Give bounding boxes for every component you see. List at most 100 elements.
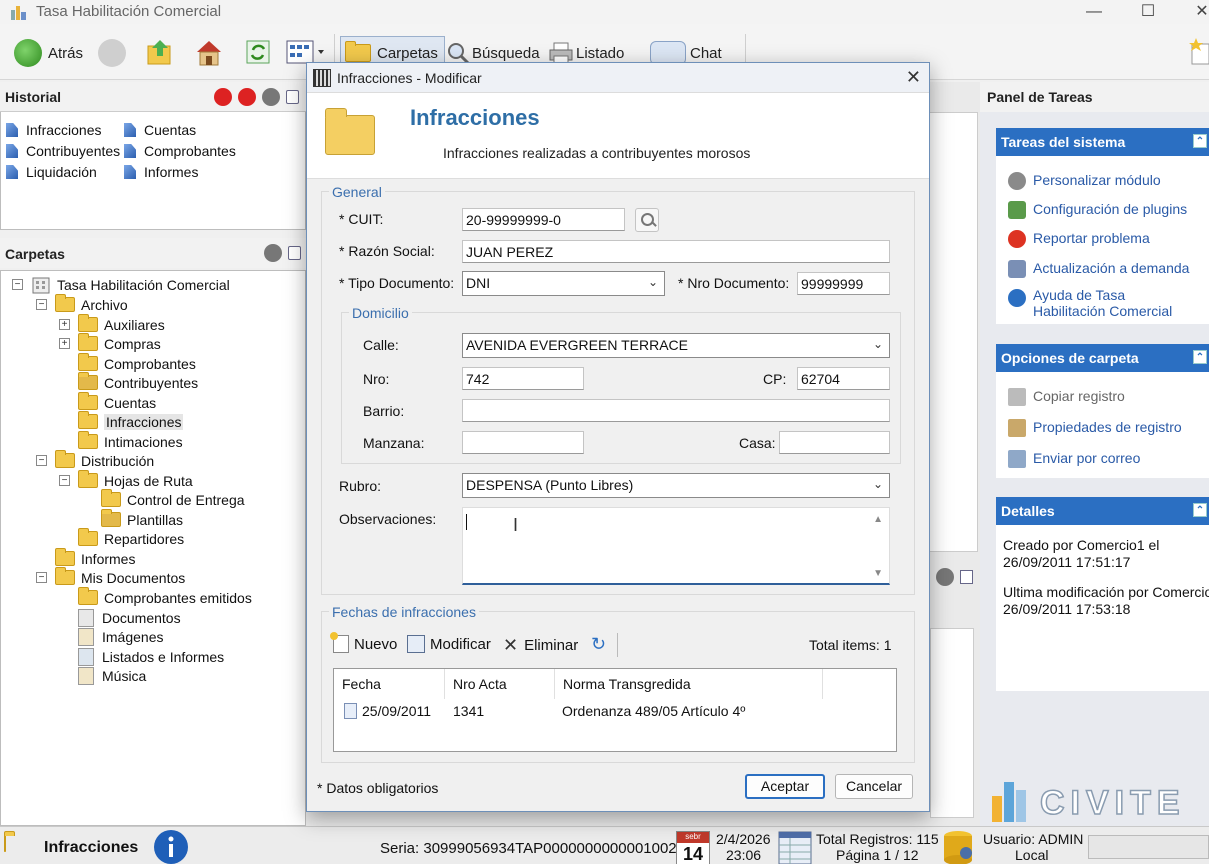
dialog-close-icon[interactable]: ✕ bbox=[906, 67, 921, 88]
collapse-icon[interactable]: ⌃ bbox=[1193, 134, 1207, 148]
gear-icon[interactable] bbox=[264, 244, 282, 262]
casa-input[interactable] bbox=[779, 431, 890, 454]
modificar-button[interactable]: Modificar bbox=[407, 635, 491, 653]
scroll-up-icon[interactable]: ▲ bbox=[873, 514, 883, 525]
tree-node[interactable]: Música bbox=[78, 666, 146, 685]
task-personalizar[interactable]: Personalizar módulo bbox=[1008, 172, 1161, 190]
clear-icon[interactable] bbox=[238, 88, 256, 106]
task-copiar[interactable]: Copiar registro bbox=[1008, 388, 1125, 406]
tree-node-root[interactable]: − Tasa Habilitación Comercial bbox=[12, 275, 230, 294]
tree-node[interactable]: Control de Entrega bbox=[101, 489, 245, 509]
calle-select[interactable]: AVENIDA EVERGREEN TERRACE ⌄ bbox=[462, 333, 890, 358]
tree-node[interactable]: − Mis Documentos bbox=[36, 567, 185, 587]
task-plugins[interactable]: Configuración de plugins bbox=[1008, 201, 1187, 219]
tree-node[interactable]: Contribuyentes bbox=[78, 372, 198, 392]
tree-node[interactable]: − Hojas de Ruta bbox=[59, 470, 193, 490]
opciones-carpeta-header[interactable]: Opciones de carpeta ⌃ bbox=[996, 344, 1209, 372]
panel-tareas-header: Panel de Tareas bbox=[980, 82, 1209, 112]
tree-node[interactable]: − Distribución bbox=[36, 450, 154, 470]
tree-node[interactable]: Imágenes bbox=[78, 627, 163, 646]
collapse-toggle[interactable]: − bbox=[36, 455, 47, 466]
tree-node[interactable]: − Archivo bbox=[36, 294, 128, 314]
tipo-documento-select[interactable]: DNI ⌄ bbox=[462, 271, 665, 296]
rubro-select[interactable]: DESPENSA (Punto Libres) ⌄ bbox=[462, 473, 890, 498]
collapse-toggle[interactable]: − bbox=[36, 299, 47, 310]
detalles-header[interactable]: Detalles ⌃ bbox=[996, 497, 1209, 525]
historial-item[interactable]: Liquidación bbox=[6, 164, 97, 180]
close-window-button[interactable]: ✕ bbox=[1190, 2, 1209, 22]
view-grid-icon[interactable] bbox=[286, 40, 328, 64]
pin-icon[interactable] bbox=[286, 90, 299, 104]
expand-toggle[interactable]: + bbox=[59, 319, 70, 330]
pin-icon[interactable] bbox=[960, 570, 973, 584]
home-icon[interactable] bbox=[194, 38, 224, 66]
task-actualizacion[interactable]: Actualización a demanda bbox=[1008, 260, 1189, 278]
tree-node[interactable]: Intimaciones bbox=[78, 431, 183, 451]
barrio-input[interactable] bbox=[462, 399, 890, 422]
tree-node[interactable]: Listados e Informes bbox=[78, 647, 224, 666]
nro-input[interactable] bbox=[462, 367, 584, 390]
column-header-nro-acta[interactable]: Nro Acta bbox=[445, 669, 555, 699]
historial-item[interactable]: Informes bbox=[124, 164, 198, 180]
module-name: Infracciones bbox=[44, 839, 139, 856]
column-header-norma[interactable]: Norma Transgredida bbox=[555, 669, 823, 699]
expand-toggle[interactable]: + bbox=[59, 338, 70, 349]
collapse-toggle[interactable]: − bbox=[36, 572, 47, 583]
task-ayuda[interactable]: Ayuda de Tasa Habilitación Comercial bbox=[1008, 287, 1172, 319]
eliminar-button[interactable]: ✕ Eliminar bbox=[503, 635, 578, 656]
tree-node[interactable]: Comprobantes bbox=[78, 353, 196, 373]
tree-node[interactable]: + Auxiliares bbox=[59, 314, 165, 334]
observaciones-textarea[interactable]: ▲ ▼ bbox=[462, 507, 890, 585]
tree-node[interactable]: Repartidores bbox=[78, 528, 184, 548]
task-enviar[interactable]: Enviar por correo bbox=[1008, 450, 1140, 468]
tree-node-selected[interactable]: Infracciones bbox=[78, 411, 184, 431]
busqueda-label: Búsqueda bbox=[472, 44, 540, 62]
collapse-toggle[interactable]: − bbox=[12, 279, 23, 290]
historial-item[interactable]: Comprobantes bbox=[124, 143, 236, 159]
column-header-fecha[interactable]: Fecha bbox=[334, 669, 445, 699]
cuit-input[interactable] bbox=[462, 208, 625, 231]
folder-icon bbox=[78, 392, 98, 410]
tree-node[interactable]: + Compras bbox=[59, 333, 161, 353]
nuevo-button[interactable]: Nuevo bbox=[330, 632, 397, 653]
maximize-button[interactable]: ☐ bbox=[1136, 2, 1160, 22]
table-row[interactable]: 25/09/2011 1341 Ordenanza 489/05 Artícul… bbox=[334, 699, 896, 723]
minimize-button[interactable]: — bbox=[1082, 2, 1106, 22]
manzana-input[interactable] bbox=[462, 431, 584, 454]
task-reportar[interactable]: Reportar problema bbox=[1008, 230, 1150, 248]
up-folder-icon[interactable] bbox=[146, 38, 174, 66]
collapse-toggle[interactable]: − bbox=[59, 475, 70, 486]
collapse-icon[interactable]: ⌃ bbox=[1193, 350, 1207, 364]
aceptar-button[interactable]: Aceptar bbox=[745, 774, 825, 799]
razon-social-input[interactable] bbox=[462, 240, 890, 263]
info-icon[interactable] bbox=[153, 829, 189, 864]
forward-arrow-icon[interactable] bbox=[98, 39, 126, 67]
folder-icon bbox=[78, 431, 98, 449]
refresh-icon[interactable] bbox=[244, 38, 272, 66]
tree-node[interactable]: Plantillas bbox=[101, 509, 183, 529]
refresh-icon[interactable]: ↻ bbox=[591, 634, 606, 655]
pin-icon[interactable] bbox=[288, 246, 301, 260]
task-propiedades[interactable]: Propiedades de registro bbox=[1008, 419, 1182, 437]
cuit-search-icon[interactable] bbox=[635, 208, 659, 232]
tree-node[interactable]: Cuentas bbox=[78, 392, 156, 412]
tareas-sistema-header[interactable]: Tareas del sistema ⌃ bbox=[996, 128, 1209, 156]
cp-input[interactable] bbox=[797, 367, 890, 390]
new-item-icon[interactable] bbox=[1188, 36, 1209, 66]
reports-icon bbox=[78, 647, 94, 666]
tree-node[interactable]: Informes bbox=[55, 548, 135, 568]
historial-item[interactable]: Contribuyentes bbox=[6, 143, 120, 159]
cancelar-button[interactable]: Cancelar bbox=[835, 774, 913, 799]
remove-icon[interactable] bbox=[214, 88, 232, 106]
gear-icon[interactable] bbox=[262, 88, 280, 106]
scroll-down-icon[interactable]: ▼ bbox=[873, 568, 883, 579]
historial-item[interactable]: Infracciones bbox=[6, 122, 101, 138]
gear-icon[interactable] bbox=[936, 568, 954, 586]
collapse-icon[interactable]: ⌃ bbox=[1193, 503, 1207, 517]
historial-item[interactable]: Cuentas bbox=[124, 122, 196, 138]
back-button[interactable]: Atrás bbox=[14, 38, 83, 68]
nro-documento-input[interactable] bbox=[797, 272, 890, 295]
tree-node[interactable]: Documentos bbox=[78, 608, 181, 627]
tree-node[interactable]: Comprobantes emitidos bbox=[78, 587, 252, 607]
folder-icon bbox=[55, 567, 75, 585]
